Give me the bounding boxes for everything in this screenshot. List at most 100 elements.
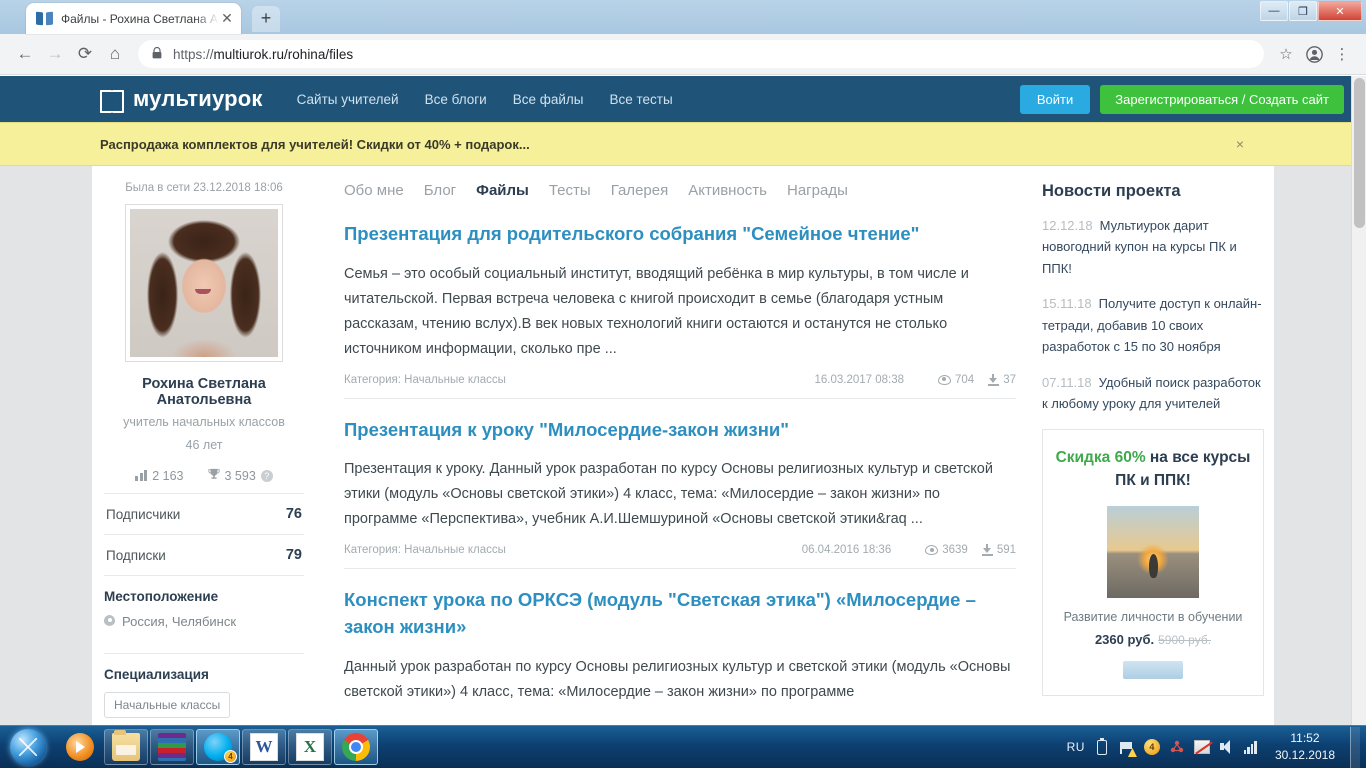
- file-description: Семья – это особый социальный институт, …: [344, 265, 969, 357]
- page-scrollbar[interactable]: [1351, 76, 1366, 725]
- browser-tab-strip: Файлы - Рохина Светлана Анато ✕ + — ❐ ✕: [0, 0, 1366, 34]
- address-bar-url: https://multiurok.ru/rohina/files: [173, 47, 353, 62]
- taskbar-skype-button[interactable]: 4: [196, 729, 240, 765]
- header-actions: Войти Зарегистрироваться / Создать сайт: [1019, 84, 1344, 114]
- promo-title: Скидка 60% на все курсы ПК и ППК!: [1055, 446, 1251, 493]
- nav-link-all-tests[interactable]: Все тесты: [609, 92, 672, 107]
- window-minimize-button[interactable]: —: [1260, 1, 1288, 21]
- promo-price-old: 5900 руб.: [1158, 632, 1212, 647]
- tab-awards[interactable]: Награды: [787, 182, 848, 199]
- file-item: Конспект урока по ОРКСЭ (модуль "Светска…: [344, 587, 1016, 717]
- location-heading: Местоположение: [104, 575, 304, 604]
- avatar: [125, 204, 283, 362]
- news-item[interactable]: 07.11.18 Удобный поиск разработок к любом…: [1042, 372, 1264, 415]
- news-item[interactable]: 12.12.18 Мультиурок дарит новогодний купо…: [1042, 215, 1264, 279]
- trophy-icon: [207, 468, 220, 483]
- promo-banner: Распродажа комплектов для учителей! Скид…: [0, 122, 1366, 166]
- tab-activity[interactable]: Активность: [688, 182, 767, 199]
- file-views-value: 704: [955, 373, 975, 386]
- security-alert-icon[interactable]: [1193, 740, 1210, 754]
- updates-shield-icon[interactable]: [1143, 739, 1160, 755]
- profile-avatar-icon[interactable]: [1300, 40, 1328, 68]
- file-title-link[interactable]: Презентация к уроку "Милосердие-закон жи…: [344, 417, 1016, 444]
- file-item: Презентация для родительского собрания "…: [344, 221, 1016, 399]
- taskbar-excel-button[interactable]: [288, 729, 332, 765]
- new-tab-button[interactable]: +: [252, 6, 280, 32]
- media-player-icon: [66, 733, 94, 761]
- file-downloads-value: 591: [996, 544, 1016, 557]
- file-description: Презентация к уроку. Данный урок разрабо…: [344, 461, 993, 528]
- download-icon: [981, 544, 993, 557]
- rating-stat: 2 163: [135, 469, 184, 483]
- subscriptions-row[interactable]: Подписки 79: [104, 534, 304, 575]
- file-meta: Категория: Начальные классы 06.04.2016 1…: [344, 544, 1016, 557]
- windows-taskbar: 4 RU 11:52 30.12.2018: [0, 725, 1366, 768]
- site-logo-text: мультиурок: [133, 86, 263, 111]
- site-header: мультиурок Сайты учителей Все блоги Все …: [0, 76, 1366, 122]
- login-button[interactable]: Войти: [1019, 84, 1091, 114]
- news-heading: Новости проекта: [1042, 182, 1181, 200]
- reload-button[interactable]: ⟳: [70, 39, 100, 69]
- taskbar-file-explorer-button[interactable]: [104, 729, 148, 765]
- tab-about[interactable]: Обо мне: [344, 182, 404, 199]
- antivirus-icon[interactable]: [1169, 739, 1185, 755]
- promo-card[interactable]: Скидка 60% на все курсы ПК и ППК! Развит…: [1042, 428, 1264, 696]
- tab-close-icon[interactable]: ✕: [219, 10, 235, 27]
- tab-blog[interactable]: Блог: [424, 182, 456, 199]
- specialization-tag[interactable]: Начальные классы: [104, 692, 231, 719]
- window-close-button[interactable]: ✕: [1318, 1, 1362, 21]
- news-date: 12.12.18: [1042, 218, 1093, 233]
- signal-bars-icon[interactable]: [1243, 739, 1260, 755]
- promo-discount: Скидка 60%: [1055, 448, 1146, 466]
- back-button[interactable]: ←: [10, 39, 40, 69]
- file-title-link[interactable]: Конспект урока по ОРКСЭ (модуль "Светска…: [344, 587, 1016, 641]
- news-date: 15.11.18: [1042, 296, 1092, 312]
- nav-link-all-blogs[interactable]: Все блоги: [425, 92, 487, 107]
- file-title-link[interactable]: Презентация для родительского собрания "…: [344, 221, 1016, 248]
- last-seen-text: Была в сети 23.12.2018 18:06: [125, 182, 283, 194]
- file-views: 704: [938, 374, 974, 386]
- battery-icon[interactable]: [1096, 737, 1107, 755]
- address-bar[interactable]: https://multiurok.ru/rohina/files: [138, 40, 1264, 68]
- subscriptions-label: Подписки: [106, 547, 166, 563]
- page-scrollbar-thumb[interactable]: [1354, 78, 1365, 228]
- tab-tests[interactable]: Тесты: [549, 182, 591, 199]
- file-explorer-icon: [112, 730, 140, 761]
- lock-icon: [150, 46, 164, 62]
- location-row: Россия, Челябинск: [104, 614, 304, 629]
- taskbar-winrar-button[interactable]: [150, 729, 194, 765]
- news-item[interactable]: 15.11.18 Получите доступ к онлайн-тетради…: [1042, 293, 1264, 357]
- bookmark-star-icon[interactable]: ☆: [1272, 40, 1300, 68]
- tab-gallery[interactable]: Галерея: [611, 182, 669, 199]
- forward-button[interactable]: →: [40, 39, 70, 69]
- volume-icon[interactable]: [1219, 739, 1235, 755]
- promo-next-image: [1123, 660, 1183, 679]
- register-button[interactable]: Зарегистрироваться / Создать сайт: [1100, 84, 1344, 114]
- nav-link-teacher-sites[interactable]: Сайты учителей: [297, 92, 399, 107]
- promo-price-new: 2360 руб.: [1094, 631, 1155, 647]
- language-indicator[interactable]: RU: [1067, 740, 1085, 754]
- help-question-icon[interactable]: ?: [260, 469, 273, 482]
- file-date: 06.04.2016 18:36: [801, 544, 892, 557]
- network-flag-icon[interactable]: [1119, 739, 1137, 757]
- tab-files[interactable]: Файлы: [476, 182, 529, 199]
- site-logo[interactable]: мультиурок: [100, 86, 263, 113]
- start-button[interactable]: [2, 727, 54, 767]
- taskbar-clock[interactable]: 11:52 30.12.2018: [1269, 730, 1341, 765]
- nav-link-all-files[interactable]: Все файлы: [513, 92, 584, 107]
- chrome-menu-icon[interactable]: ⋮: [1328, 40, 1356, 68]
- home-button[interactable]: ⌂: [100, 39, 130, 69]
- show-desktop-button[interactable]: [1350, 726, 1360, 768]
- taskbar-chrome-button[interactable]: [334, 729, 378, 765]
- window-restore-button[interactable]: ❐: [1289, 1, 1317, 21]
- taskbar-word-button[interactable]: [242, 729, 286, 765]
- file-item: Презентация к уроку "Милосердие-закон жи…: [344, 417, 1016, 570]
- windows-logo-icon: [10, 729, 46, 765]
- window-controls: — ❐ ✕: [1260, 1, 1362, 21]
- subscribers-row[interactable]: Подписчики 76: [104, 493, 304, 534]
- banner-close-icon[interactable]: ×: [1232, 136, 1248, 152]
- file-description: Данный урок разработан по курсу Основы р…: [344, 658, 1011, 700]
- taskbar-media-player-button[interactable]: [58, 729, 102, 765]
- browser-tab[interactable]: Файлы - Рохина Светлана Анато ✕: [26, 3, 241, 34]
- subscriptions-value: 79: [285, 547, 302, 564]
